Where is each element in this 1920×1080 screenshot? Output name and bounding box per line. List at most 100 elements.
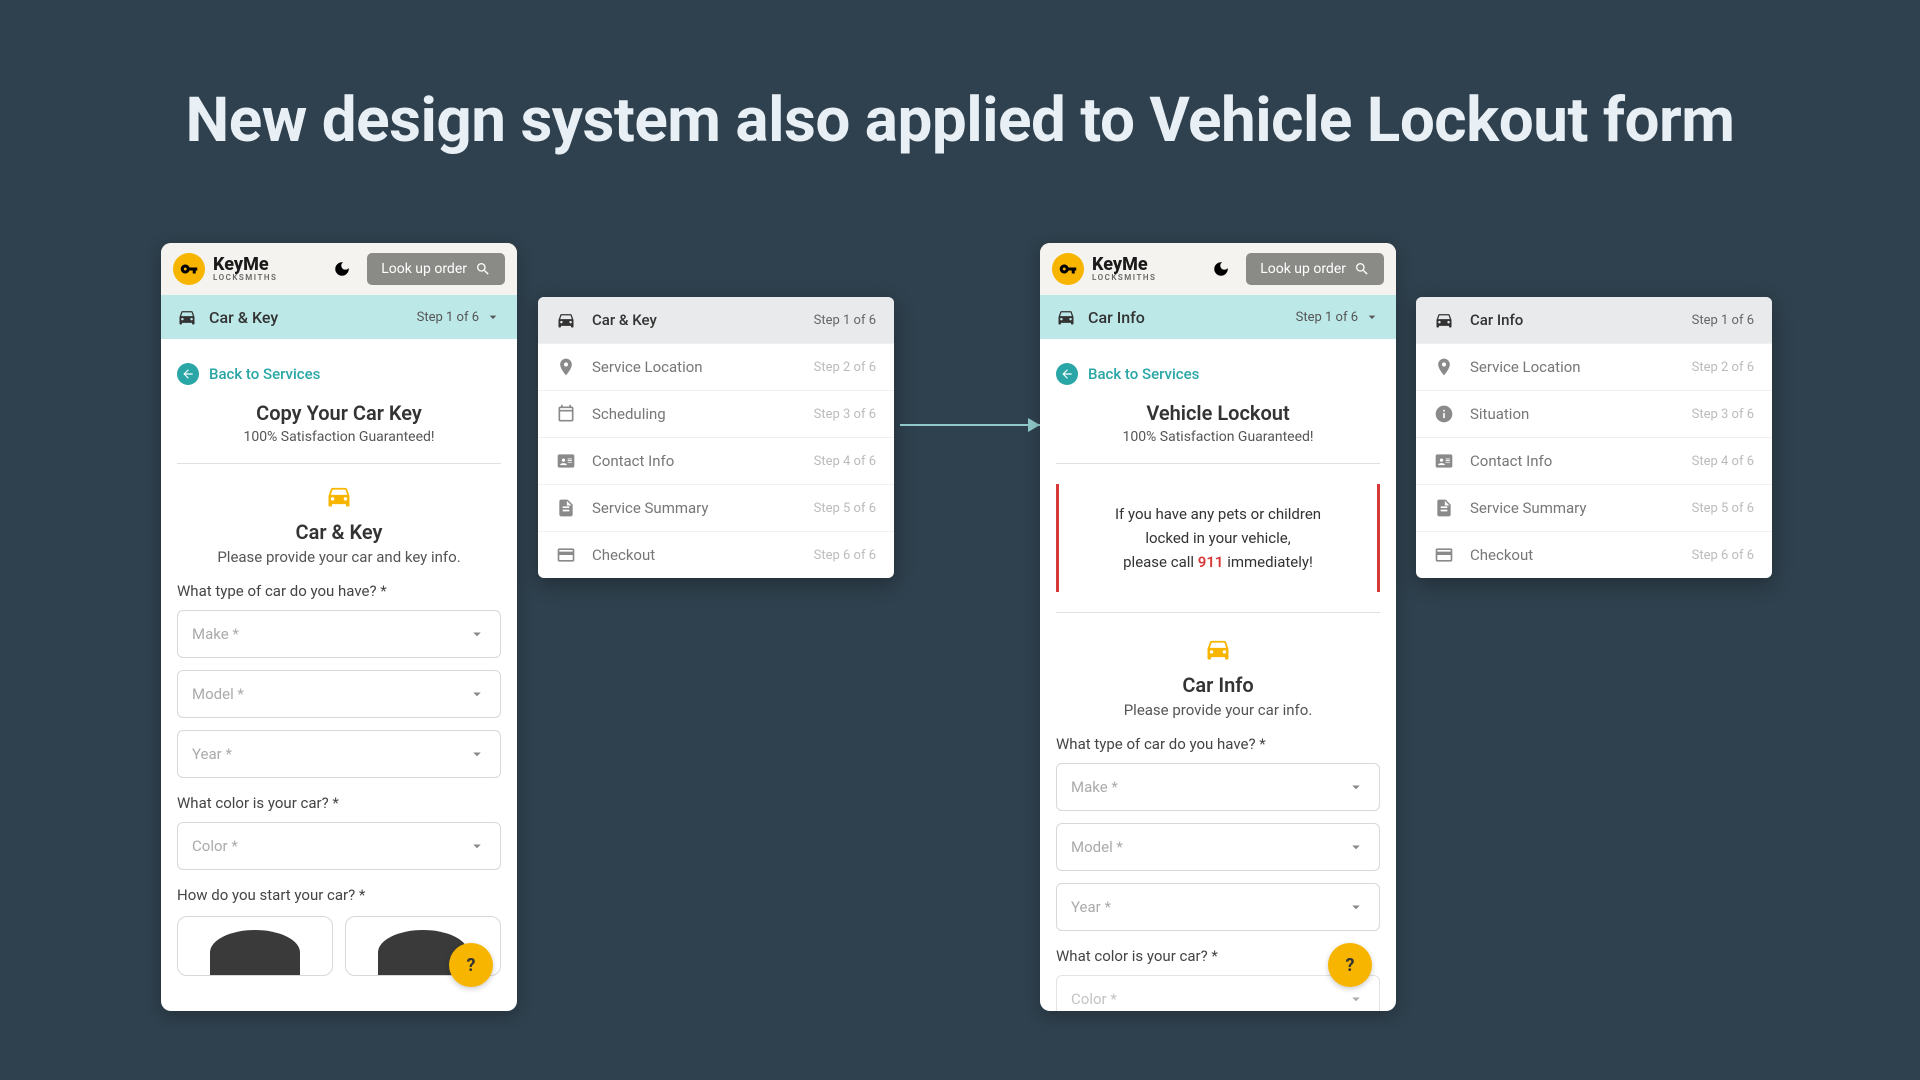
section-header: Car Info Please provide your car info. — [1056, 635, 1380, 719]
key-icon — [173, 253, 205, 285]
step-label: Service Location — [592, 358, 703, 376]
model-dropdown[interactable]: Model * — [177, 670, 501, 718]
chevron-down-icon — [1347, 898, 1365, 916]
step-count: Step 3 of 6 — [814, 407, 876, 422]
header: KeyMeLOCKSMITHS Look up order — [1040, 243, 1396, 295]
chevron-down-icon — [1347, 778, 1365, 796]
car-icon — [556, 310, 576, 330]
page-title-block: Vehicle Lockout 100% Satisfaction Guaran… — [1056, 401, 1380, 464]
steplist-item[interactable]: Car Info Step 1 of 6 — [1416, 297, 1772, 344]
field-label-car-type: What type of car do you have? * — [177, 582, 501, 600]
steplist-item[interactable]: Car & KeyStep 1 of 6 — [538, 297, 894, 344]
page-subtitle: 100% Satisfaction Guaranteed! — [177, 429, 501, 445]
search-icon — [475, 261, 491, 277]
step-label: Contact Info — [1470, 452, 1552, 470]
section-header: Car & Key Please provide your car and ke… — [177, 464, 501, 566]
step-label: Car Info — [1470, 311, 1523, 329]
steplist-item[interactable]: CheckoutStep 6 of 6 — [1416, 532, 1772, 578]
key-icon — [1052, 253, 1084, 285]
chevron-down-icon — [468, 745, 486, 763]
slide-title: New design system also applied to Vehicl… — [0, 84, 1920, 157]
make-dropdown[interactable]: Make * — [177, 610, 501, 658]
header: KeyMeLOCKSMITHS Look up order — [161, 243, 517, 295]
lookup-order-button[interactable]: Look up order — [1246, 253, 1384, 285]
start-option-1[interactable] — [177, 916, 333, 976]
chevron-down-icon — [1364, 309, 1380, 325]
step-count: Step 1 of 6 — [1296, 309, 1380, 325]
make-dropdown[interactable]: Make * — [1056, 763, 1380, 811]
step-label: Checkout — [592, 546, 655, 564]
lookup-order-button[interactable]: Look up order — [367, 253, 505, 285]
card-icon — [556, 545, 576, 565]
theme-toggle[interactable] — [327, 254, 357, 284]
steplist-item[interactable]: Service SummaryStep 5 of 6 — [538, 485, 894, 532]
chevron-down-icon — [468, 625, 486, 643]
pin-icon — [556, 357, 576, 377]
step-label: Checkout — [1470, 546, 1533, 564]
steplist-item[interactable]: Service LocationStep 2 of 6 — [1416, 344, 1772, 391]
steplist-item[interactable]: Service Location Step 2 of 6 — [538, 344, 894, 391]
help-button[interactable]: ? — [449, 943, 493, 987]
back-label: Back to Services — [209, 365, 320, 383]
step-label: Service Summary — [592, 499, 708, 517]
step-count: Step 1 of 6 — [1692, 313, 1754, 328]
page-title: Copy Your Car Key — [177, 401, 501, 425]
steplist-item[interactable]: Contact InfoStep 4 of 6 — [538, 438, 894, 485]
section-desc: Please provide your car and key info. — [177, 548, 501, 566]
step-label: Service Location — [1470, 358, 1581, 376]
placeholder: Year * — [192, 745, 232, 763]
step-label: Car & Key — [209, 308, 278, 327]
cal-icon — [556, 404, 576, 424]
step-count: Step 1 of 6 — [814, 313, 876, 328]
car-icon — [177, 307, 197, 327]
step-label: Contact Info — [592, 452, 674, 470]
field-label-start: How do you start your car? * — [177, 886, 501, 904]
moon-icon — [333, 260, 351, 278]
help-button[interactable]: ? — [1328, 943, 1372, 987]
id-icon — [1434, 451, 1454, 471]
placeholder: Model * — [192, 685, 244, 703]
chevron-down-icon — [468, 685, 486, 703]
placeholder: Color * — [192, 837, 238, 855]
logo-name: KeyMe — [213, 256, 277, 274]
steplist-item[interactable]: Contact InfoStep 4 of 6 — [1416, 438, 1772, 485]
placeholder: Color * — [1071, 990, 1117, 1008]
step-bar[interactable]: Car Info Step 1 of 6 — [1040, 295, 1396, 339]
color-dropdown[interactable]: Color * — [1056, 975, 1380, 1011]
step-label: Scheduling — [592, 405, 666, 423]
field-label-color: What color is your car? * — [177, 794, 501, 812]
doc-icon — [556, 498, 576, 518]
card-icon — [1434, 545, 1454, 565]
placeholder: Model * — [1071, 838, 1123, 856]
emergency-alert: If you have any pets or children locked … — [1056, 484, 1380, 592]
step-label: Car Info — [1088, 308, 1145, 327]
logo-name: KeyMe — [1092, 256, 1156, 274]
chevron-down-icon — [1347, 990, 1365, 1008]
step-count: Step 2 of 6 — [814, 360, 876, 375]
steplist-right: Car Info Step 1 of 6 Service LocationStep … — [1416, 297, 1772, 578]
color-dropdown[interactable]: Color * — [177, 822, 501, 870]
chevron-down-icon — [485, 309, 501, 325]
steplist-item[interactable]: CheckoutStep 6 of 6 — [538, 532, 894, 578]
car-icon — [1056, 635, 1380, 667]
year-dropdown[interactable]: Year * — [1056, 883, 1380, 931]
steplist-item[interactable]: SituationStep 3 of 6 — [1416, 391, 1772, 438]
placeholder: Make * — [1071, 778, 1118, 796]
back-to-services-link[interactable]: Back to Services — [1056, 357, 1380, 401]
step-bar[interactable]: Car & Key Step 1 of 6 — [161, 295, 517, 339]
lookup-label: Look up order — [381, 261, 467, 277]
lookup-label: Look up order — [1260, 261, 1346, 277]
search-icon — [1354, 261, 1370, 277]
info-icon — [1434, 404, 1454, 424]
theme-toggle[interactable] — [1206, 254, 1236, 284]
steplist-item[interactable]: Scheduling Step 3 of 6 — [538, 391, 894, 438]
steplist-item[interactable]: Service SummaryStep 5 of 6 — [1416, 485, 1772, 532]
arrow-left-icon — [1056, 363, 1078, 385]
doc-icon — [1434, 498, 1454, 518]
placeholder: Year * — [1071, 898, 1111, 916]
back-to-services-link[interactable]: Back to Services — [177, 357, 501, 401]
section-title: Car Info — [1056, 673, 1380, 697]
year-dropdown[interactable]: Year * — [177, 730, 501, 778]
option-image — [210, 930, 300, 975]
model-dropdown[interactable]: Model * — [1056, 823, 1380, 871]
